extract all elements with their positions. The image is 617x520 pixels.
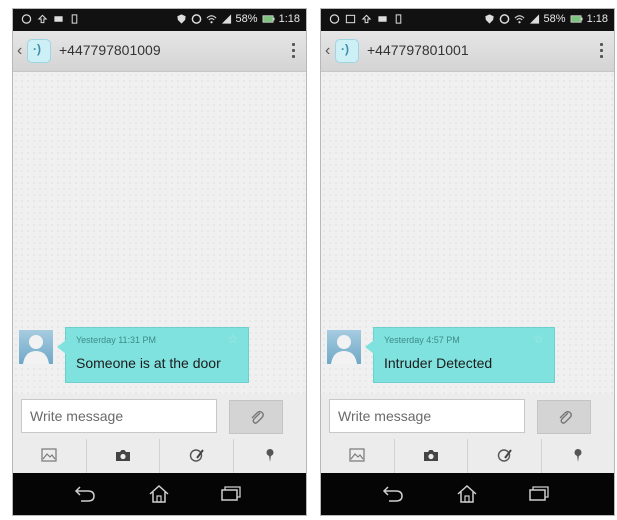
recent-apps-icon[interactable] xyxy=(219,483,243,505)
person-icon xyxy=(331,335,357,364)
message-thread: Yesterday 4:57 PM ☆ Intruder Detected xyxy=(321,72,614,394)
paperclip-icon xyxy=(559,410,572,424)
upload-icon xyxy=(361,14,372,24)
back-arrow-icon[interactable]: ‹ xyxy=(17,41,27,61)
circle-icon xyxy=(499,14,509,24)
signal-icon xyxy=(529,14,539,24)
status-time: 1:18 xyxy=(586,13,608,25)
battery-percent: 58% xyxy=(543,13,566,25)
location-icon xyxy=(574,449,582,462)
upload-icon xyxy=(37,14,48,24)
contact-number: +447797801009 xyxy=(59,42,161,58)
avatar[interactable] xyxy=(19,330,53,364)
whatsapp-icon xyxy=(21,14,32,24)
message-timestamp: Yesterday 4:57 PM xyxy=(384,335,460,345)
battery-icon xyxy=(262,15,275,23)
compose-bar xyxy=(321,394,614,438)
avatar[interactable] xyxy=(327,330,361,364)
message-thread: Yesterday 11:31 PM ☆ Someone is at the d… xyxy=(13,72,306,394)
camera-icon xyxy=(115,450,130,461)
gallery-button[interactable] xyxy=(321,439,395,473)
message-bubble[interactable]: Yesterday 11:31 PM ☆ Someone is at the d… xyxy=(57,327,249,383)
navigation-bar xyxy=(13,473,306,515)
message-input[interactable] xyxy=(329,399,525,433)
message-timestamp: Yesterday 11:31 PM xyxy=(76,335,157,345)
draw-icon xyxy=(498,449,513,462)
contact-number: +447797801001 xyxy=(367,42,469,58)
wifi-icon xyxy=(514,15,525,24)
message-text: Someone is at the door xyxy=(76,355,221,371)
contact-icon[interactable] xyxy=(335,39,359,63)
attach-button[interactable] xyxy=(229,400,283,434)
draw-button[interactable] xyxy=(468,439,542,473)
location-button[interactable] xyxy=(542,439,615,473)
phone-screen-right: 58% 1:18 ‹ +447797801001 Yesterday 4:57 … xyxy=(320,8,615,516)
wifi-icon xyxy=(206,15,217,24)
home-icon[interactable] xyxy=(455,483,479,505)
phone-icon xyxy=(71,14,78,24)
status-bar: 58% 1:18 xyxy=(321,9,614,31)
attachment-toolbar xyxy=(13,439,306,473)
recent-apps-icon[interactable] xyxy=(527,483,551,505)
phone-icon xyxy=(395,14,402,24)
message-text: Intruder Detected xyxy=(384,355,493,371)
attach-button[interactable] xyxy=(537,400,591,434)
compose-bar xyxy=(13,394,306,438)
star-icon[interactable]: ☆ xyxy=(533,332,544,346)
location-icon xyxy=(266,449,274,462)
person-icon xyxy=(23,335,49,364)
image-icon xyxy=(41,448,57,462)
back-icon[interactable] xyxy=(381,483,405,505)
gallery-button[interactable] xyxy=(13,439,87,473)
shield-icon xyxy=(176,14,186,24)
camera-button[interactable] xyxy=(87,439,160,473)
overflow-menu-icon[interactable] xyxy=(598,41,604,61)
signal-icon xyxy=(221,14,231,24)
image-notification-icon xyxy=(345,14,356,24)
home-icon[interactable] xyxy=(147,483,171,505)
battery-icon xyxy=(570,15,583,23)
image-icon xyxy=(349,448,365,462)
camera-button[interactable] xyxy=(395,439,468,473)
status-time: 1:18 xyxy=(278,13,300,25)
draw-button[interactable] xyxy=(160,439,234,473)
back-icon[interactable] xyxy=(73,483,97,505)
contact-icon[interactable] xyxy=(27,39,51,63)
camera-icon xyxy=(423,450,438,461)
circle-icon xyxy=(191,14,201,24)
draw-icon xyxy=(190,449,205,462)
location-button[interactable] xyxy=(234,439,307,473)
phone-screen-left: 58% 1:18 ‹ +447797801009 Yesterday 11:31… xyxy=(12,8,307,516)
message-icon xyxy=(54,16,63,22)
status-bar: 58% 1:18 xyxy=(13,9,306,31)
conversation-header: ‹ +447797801001 xyxy=(321,31,614,72)
star-icon[interactable]: ☆ xyxy=(227,332,238,346)
conversation-header: ‹ +447797801009 xyxy=(13,31,306,72)
overflow-menu-icon[interactable] xyxy=(290,41,296,61)
navigation-bar xyxy=(321,473,614,515)
battery-percent: 58% xyxy=(235,13,258,25)
back-arrow-icon[interactable]: ‹ xyxy=(325,41,335,61)
whatsapp-icon xyxy=(329,14,340,24)
shield-icon xyxy=(484,14,494,24)
message-input[interactable] xyxy=(21,399,217,433)
attachment-toolbar xyxy=(321,439,614,473)
paperclip-icon xyxy=(251,410,264,424)
message-bubble[interactable]: Yesterday 4:57 PM ☆ Intruder Detected xyxy=(365,327,555,383)
message-icon xyxy=(378,16,387,22)
